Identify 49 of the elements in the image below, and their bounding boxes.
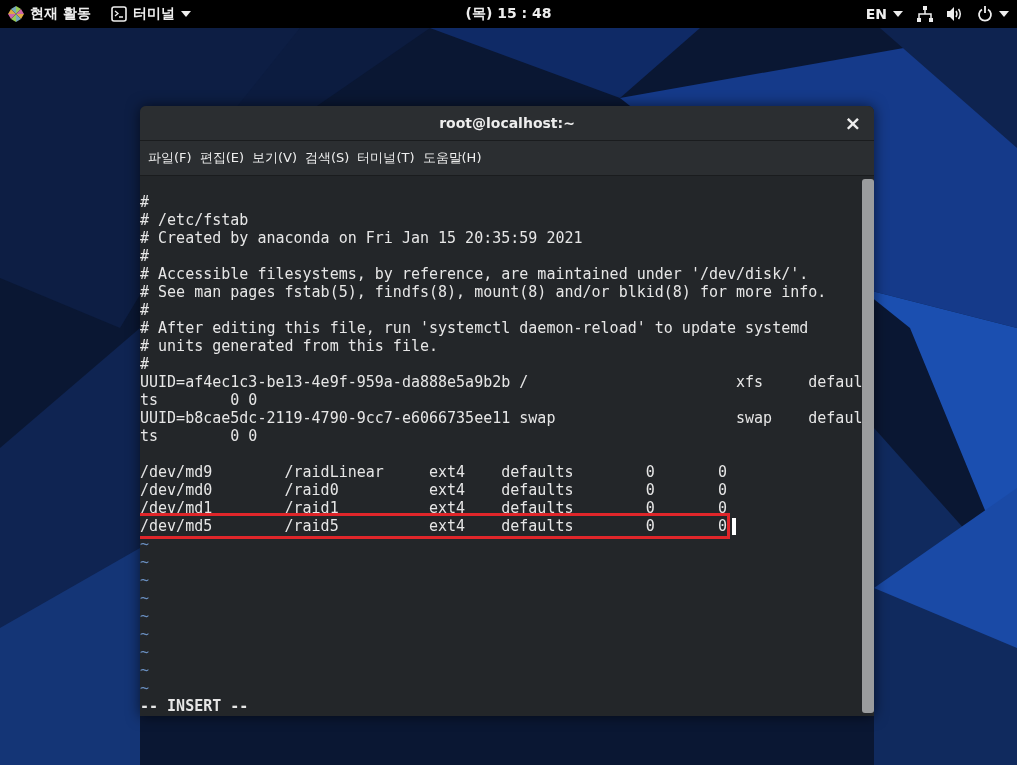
empty-line-marker: ~ (140, 607, 150, 625)
language-indicator[interactable]: EN (865, 6, 887, 22)
code-line: /dev/md9 /raidLinear ext4 defaults 0 0 (140, 463, 727, 481)
menu-item[interactable]: 파일(F) (144, 149, 196, 167)
activities-button[interactable]: 현재 활동 (30, 5, 91, 23)
scrollbar-thumb[interactable] (862, 179, 874, 713)
empty-line-marker: ~ (140, 535, 150, 553)
empty-line-marker: ~ (140, 661, 150, 679)
mode-indicator: -- INSERT -- (140, 697, 249, 715)
menu-item[interactable]: 터미널(T) (353, 149, 419, 167)
menu-item[interactable]: 도움말(H) (418, 149, 486, 167)
empty-line-marker: ~ (140, 571, 150, 589)
code-line: # /etc/fstab (140, 211, 249, 229)
code-line: /dev/md0 /raid0 ext4 defaults 0 0 (140, 481, 727, 499)
power-icon[interactable] (977, 6, 993, 22)
code-line: # (140, 301, 150, 319)
empty-line-marker: ~ (140, 643, 150, 661)
close-button[interactable]: × (842, 112, 864, 134)
empty-line-marker: ~ (140, 679, 150, 697)
code-line: /dev/md5 /raid5 ext4 defaults 0 0 (140, 517, 727, 535)
code-line: # See man pages fstab(5), findfs(8), mount(8) and/or blkid(8) for more info. (140, 283, 827, 301)
code-line: # (140, 247, 150, 265)
activities-icon (8, 6, 24, 22)
terminal-icon (110, 6, 127, 22)
code-line: # Accessible filesystems, by reference, are maintained under '/dev/disk/'. (140, 265, 809, 283)
window-title: root@localhost:~ (439, 115, 575, 131)
code-line: ts 0 0 (140, 427, 258, 445)
menu-item[interactable]: 편집(E) (195, 149, 248, 167)
code-line: UUID=af4ec1c3-be13-4e9f-959a-da888e5a9b2b / xfs defaul (140, 373, 863, 391)
code-line: # Created by anaconda on Fri Jan 15 20:35:59 2021 (140, 229, 583, 247)
code-line: # (140, 355, 150, 373)
menu-item[interactable]: 보기(V) (248, 149, 302, 167)
clock[interactable]: (목) 15 : 48 (465, 5, 552, 23)
code-line: UUID=b8cae5dc-2119-4790-9cc7-e6066735ee11 swap swap defaul (140, 409, 863, 427)
caret-icon (999, 11, 1009, 17)
caret-icon (180, 11, 191, 17)
app-menu[interactable]: 터미널 (132, 5, 175, 23)
volume-icon[interactable] (947, 6, 963, 22)
code-line: # After editing this file, run 'systemctl daemon-reload' to update systemd (140, 319, 809, 337)
code-line: /dev/md1 /raid1 ext4 defaults 0 0 (140, 499, 727, 517)
code-line: ts 0 0 (140, 391, 258, 409)
empty-line-marker: ~ (140, 553, 150, 571)
menu-item[interactable]: 검색(S) (301, 149, 354, 167)
empty-line-marker: ~ (140, 625, 150, 643)
code-line: # (140, 193, 150, 211)
network-icon[interactable] (917, 6, 933, 22)
empty-line-marker: ~ (140, 589, 150, 607)
caret-icon (893, 11, 903, 17)
code-line: # units generated from this file. (140, 337, 438, 355)
